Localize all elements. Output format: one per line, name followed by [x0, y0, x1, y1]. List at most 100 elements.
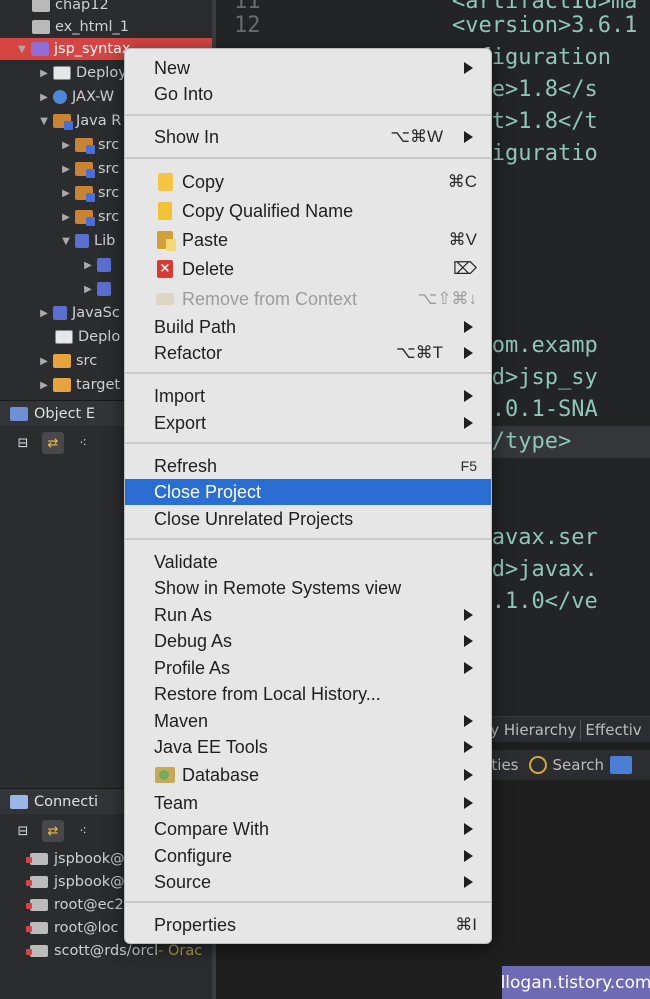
- submenu-arrow-icon: [464, 769, 473, 781]
- collapse-arrow-icon[interactable]: ▶: [38, 379, 50, 391]
- expand-arrow-icon[interactable]: ▼: [60, 235, 72, 247]
- menu-item-build-path[interactable]: Build Path: [125, 314, 491, 340]
- source-folder-icon: [75, 138, 95, 154]
- java-resources-icon: [53, 114, 73, 130]
- collapse-all-icon[interactable]: ⊟: [12, 820, 34, 842]
- source-folder-icon: [75, 210, 95, 226]
- menu-item-close-unrelated-projects[interactable]: Close Unrelated Projects: [125, 506, 491, 532]
- deployed-resources-icon: [55, 330, 73, 344]
- menu-item-profile-as[interactable]: Profile As: [125, 655, 491, 681]
- tab-effective-pom[interactable]: Effectiv: [585, 721, 641, 739]
- project-icon: [31, 42, 49, 56]
- submenu-arrow-icon: [464, 131, 473, 143]
- collapse-arrow-icon[interactable]: ▶: [60, 187, 72, 199]
- submenu-arrow-icon: [464, 62, 473, 74]
- object-explorer-icon: [10, 406, 28, 421]
- expand-arrow-icon[interactable]: ▼: [16, 43, 28, 55]
- collapse-arrow-icon[interactable]: ▶: [60, 139, 72, 151]
- collapse-arrow-icon[interactable]: ▶: [38, 91, 50, 103]
- menu-separator: [125, 114, 491, 116]
- source-folder-icon: [75, 186, 95, 202]
- menu-item-validate[interactable]: Validate: [125, 549, 491, 575]
- submenu-arrow-icon: [464, 347, 473, 359]
- link-with-editor-icon[interactable]: ⇄: [42, 820, 64, 842]
- connection-icon: [26, 945, 48, 957]
- menu-item-paste[interactable]: Paste ⌘V: [125, 227, 491, 253]
- menu-separator: [125, 442, 491, 444]
- menu-item-run-as[interactable]: Run As: [125, 602, 491, 628]
- tree-item-chap12[interactable]: chap12: [0, 0, 212, 16]
- search-icon: [528, 756, 547, 774]
- bottom-tab-bar: erties Search: [474, 750, 650, 780]
- code-line: 12 <version>3.6.1: [234, 13, 638, 38]
- watermark: llogan.tistory.com: [501, 966, 650, 999]
- connection-item[interactable]: root@loc: [26, 917, 118, 939]
- menu-item-close-project[interactable]: Close Project: [125, 479, 491, 505]
- bottom-tab-bar-top: cy Hierarchy Effectiv: [474, 716, 650, 742]
- copy-icon: [153, 170, 173, 191]
- add-connection-icon[interactable]: ⁖: [72, 820, 94, 842]
- folder-icon: [53, 354, 71, 368]
- collapse-arrow-icon[interactable]: ▶: [60, 163, 72, 175]
- submenu-arrow-icon: [464, 797, 473, 809]
- collapse-arrow-icon[interactable]: ▶: [38, 307, 50, 319]
- menu-item-remove-from-context: Remove from Context ⌥⇧⌘↓: [125, 286, 491, 312]
- context-menu: New Go Into Show In ⌥⌘W Copy ⌘C Copy Qua…: [124, 48, 492, 944]
- menu-item-compare-with[interactable]: Compare With: [125, 816, 491, 842]
- connection-item[interactable]: jspbook@: [26, 871, 125, 893]
- submenu-arrow-icon: [464, 609, 473, 621]
- menu-item-copy-qualified-name[interactable]: Copy Qualified Name: [125, 198, 491, 224]
- connection-icon: [26, 876, 48, 888]
- menu-item-properties[interactable]: Properties ⌘I: [125, 912, 491, 938]
- submenu-arrow-icon: [464, 635, 473, 647]
- menu-item-show-in-remote-systems[interactable]: Show in Remote Systems view: [125, 575, 491, 601]
- menu-item-import[interactable]: Import: [125, 383, 491, 409]
- submenu-arrow-icon: [464, 741, 473, 753]
- link-with-editor-icon[interactable]: ⇄: [42, 432, 64, 454]
- monitor-icon[interactable]: [610, 756, 633, 774]
- paste-icon: [157, 231, 176, 251]
- menu-item-refresh[interactable]: Refresh F5: [125, 453, 491, 479]
- menu-item-show-in[interactable]: Show In ⌥⌘W: [125, 124, 491, 150]
- menu-item-restore-local-history[interactable]: Restore from Local History...: [125, 681, 491, 707]
- connection-item[interactable]: jspbook@: [26, 848, 125, 870]
- remove-context-icon: [156, 293, 174, 305]
- tree-item-ex-html-1[interactable]: ex_html_1: [0, 16, 212, 38]
- collapse-arrow-icon[interactable]: ▶: [38, 67, 50, 79]
- menu-item-configure[interactable]: Configure: [125, 843, 491, 869]
- connections-icon: [10, 794, 28, 809]
- menu-item-export[interactable]: Export: [125, 410, 491, 436]
- submenu-arrow-icon: [464, 321, 473, 333]
- submenu-arrow-icon: [464, 876, 473, 888]
- menu-separator: [125, 538, 491, 540]
- menu-item-go-into[interactable]: Go Into: [125, 81, 491, 107]
- database-icon: [155, 767, 175, 783]
- collapse-all-icon[interactable]: ⊟: [12, 432, 34, 454]
- menu-item-maven[interactable]: Maven: [125, 708, 491, 734]
- collapse-arrow-icon[interactable]: ▶: [60, 211, 72, 223]
- menu-item-new[interactable]: New: [125, 55, 491, 81]
- menu-item-database[interactable]: Database: [125, 762, 491, 788]
- menu-item-copy[interactable]: Copy ⌘C: [125, 169, 491, 195]
- connection-item[interactable]: root@ec2: [26, 894, 124, 916]
- source-folder-icon: [75, 162, 95, 178]
- menu-separator: [125, 157, 491, 159]
- tab-search[interactable]: Search: [553, 756, 605, 774]
- menu-item-team[interactable]: Team: [125, 790, 491, 816]
- new-connection-icon[interactable]: ⁖: [72, 432, 94, 454]
- expand-arrow-icon[interactable]: ▼: [38, 115, 50, 127]
- collapse-arrow-icon[interactable]: ▶: [38, 355, 50, 367]
- folder-icon: [53, 378, 71, 392]
- menu-item-delete[interactable]: × Delete ⌦: [125, 256, 491, 282]
- menu-item-java-ee-tools[interactable]: Java EE Tools: [125, 734, 491, 760]
- library-icon: [97, 282, 111, 296]
- collapse-arrow-icon[interactable]: ▶: [82, 259, 94, 271]
- connection-icon: [26, 922, 48, 934]
- connection-icon: [26, 899, 48, 911]
- collapse-arrow-icon[interactable]: ▶: [82, 283, 94, 295]
- menu-item-refactor[interactable]: Refactor ⌥⌘T: [125, 340, 491, 366]
- menu-item-source[interactable]: Source: [125, 869, 491, 895]
- menu-item-debug-as[interactable]: Debug As: [125, 628, 491, 654]
- deployment-descriptor-icon: [53, 66, 71, 80]
- submenu-arrow-icon: [464, 715, 473, 727]
